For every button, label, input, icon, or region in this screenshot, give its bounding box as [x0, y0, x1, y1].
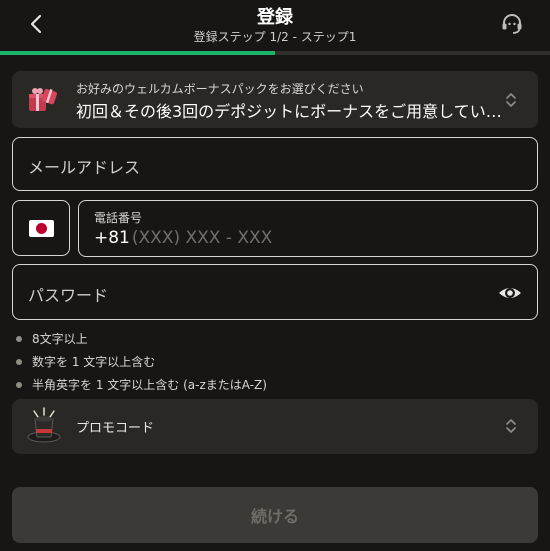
page-title: 登録	[257, 7, 293, 28]
step-indicator: 登録ステップ 1/2 - ステップ1	[193, 30, 357, 44]
password-rule-text: 8文字以上	[32, 332, 88, 346]
phone-input-line: +81 (XXX) XXX - XXX	[94, 228, 272, 248]
progress-fill	[0, 51, 275, 55]
selected-bonus-pack: 初回＆その後3回のデポジットにボーナスをご用意しています	[76, 102, 506, 121]
promo-code-label: プロモコード	[76, 421, 155, 436]
password-rule: 8文字以上	[16, 327, 536, 350]
gift-icon	[29, 88, 57, 111]
promo-code-toggle[interactable]: プロモコード	[12, 399, 538, 454]
phone-field[interactable]: 電話番号 +81 (XXX) XXX - XXX	[78, 200, 538, 257]
bonus-caption: お好みのウェルカムボーナスパックをお選びください	[76, 82, 364, 96]
password-requirements: 8文字以上 数字を 1 文字以上含む 半角英字を 1 文字以上含む (a-zまた…	[16, 327, 536, 396]
email-field[interactable]: メールアドレス	[12, 137, 538, 191]
password-field[interactable]: パスワード	[12, 264, 538, 320]
magic-hat-icon	[27, 407, 61, 443]
email-placeholder: メールアドレス	[28, 158, 141, 177]
show-password-button[interactable]	[497, 280, 523, 306]
phone-placeholder: (XXX) XXX - XXX	[131, 228, 273, 248]
bullet-icon	[16, 381, 22, 388]
phone-country-code: +81	[94, 228, 130, 248]
chevron-updown-icon	[506, 419, 516, 433]
eye-icon	[499, 288, 521, 298]
header: 登録 登録ステップ 1/2 - ステップ1	[0, 0, 550, 50]
continue-button[interactable]: 続ける	[12, 487, 538, 543]
password-rule: 数字を 1 文字以上含む	[16, 350, 536, 373]
japan-flag-icon	[29, 220, 54, 237]
password-placeholder: パスワード	[28, 286, 109, 305]
chevron-updown-icon	[506, 93, 516, 107]
bullet-icon	[16, 335, 22, 342]
registration-progress-bar	[0, 51, 550, 55]
bullet-icon	[16, 358, 22, 365]
country-code-select[interactable]	[12, 200, 70, 256]
password-rule-text: 半角英字を 1 文字以上含む (a-zまたはA-Z)	[32, 378, 267, 392]
password-rule-text: 数字を 1 文字以上含む	[32, 355, 156, 369]
headset-icon	[502, 14, 522, 34]
welcome-bonus-select[interactable]: お好みのウェルカムボーナスパックをお選びください 初回＆その後3回のデポジットに…	[12, 71, 538, 128]
support-button[interactable]	[496, 8, 528, 40]
password-rule: 半角英字を 1 文字以上含む (a-zまたはA-Z)	[16, 373, 536, 396]
phone-label: 電話番号	[94, 211, 143, 225]
